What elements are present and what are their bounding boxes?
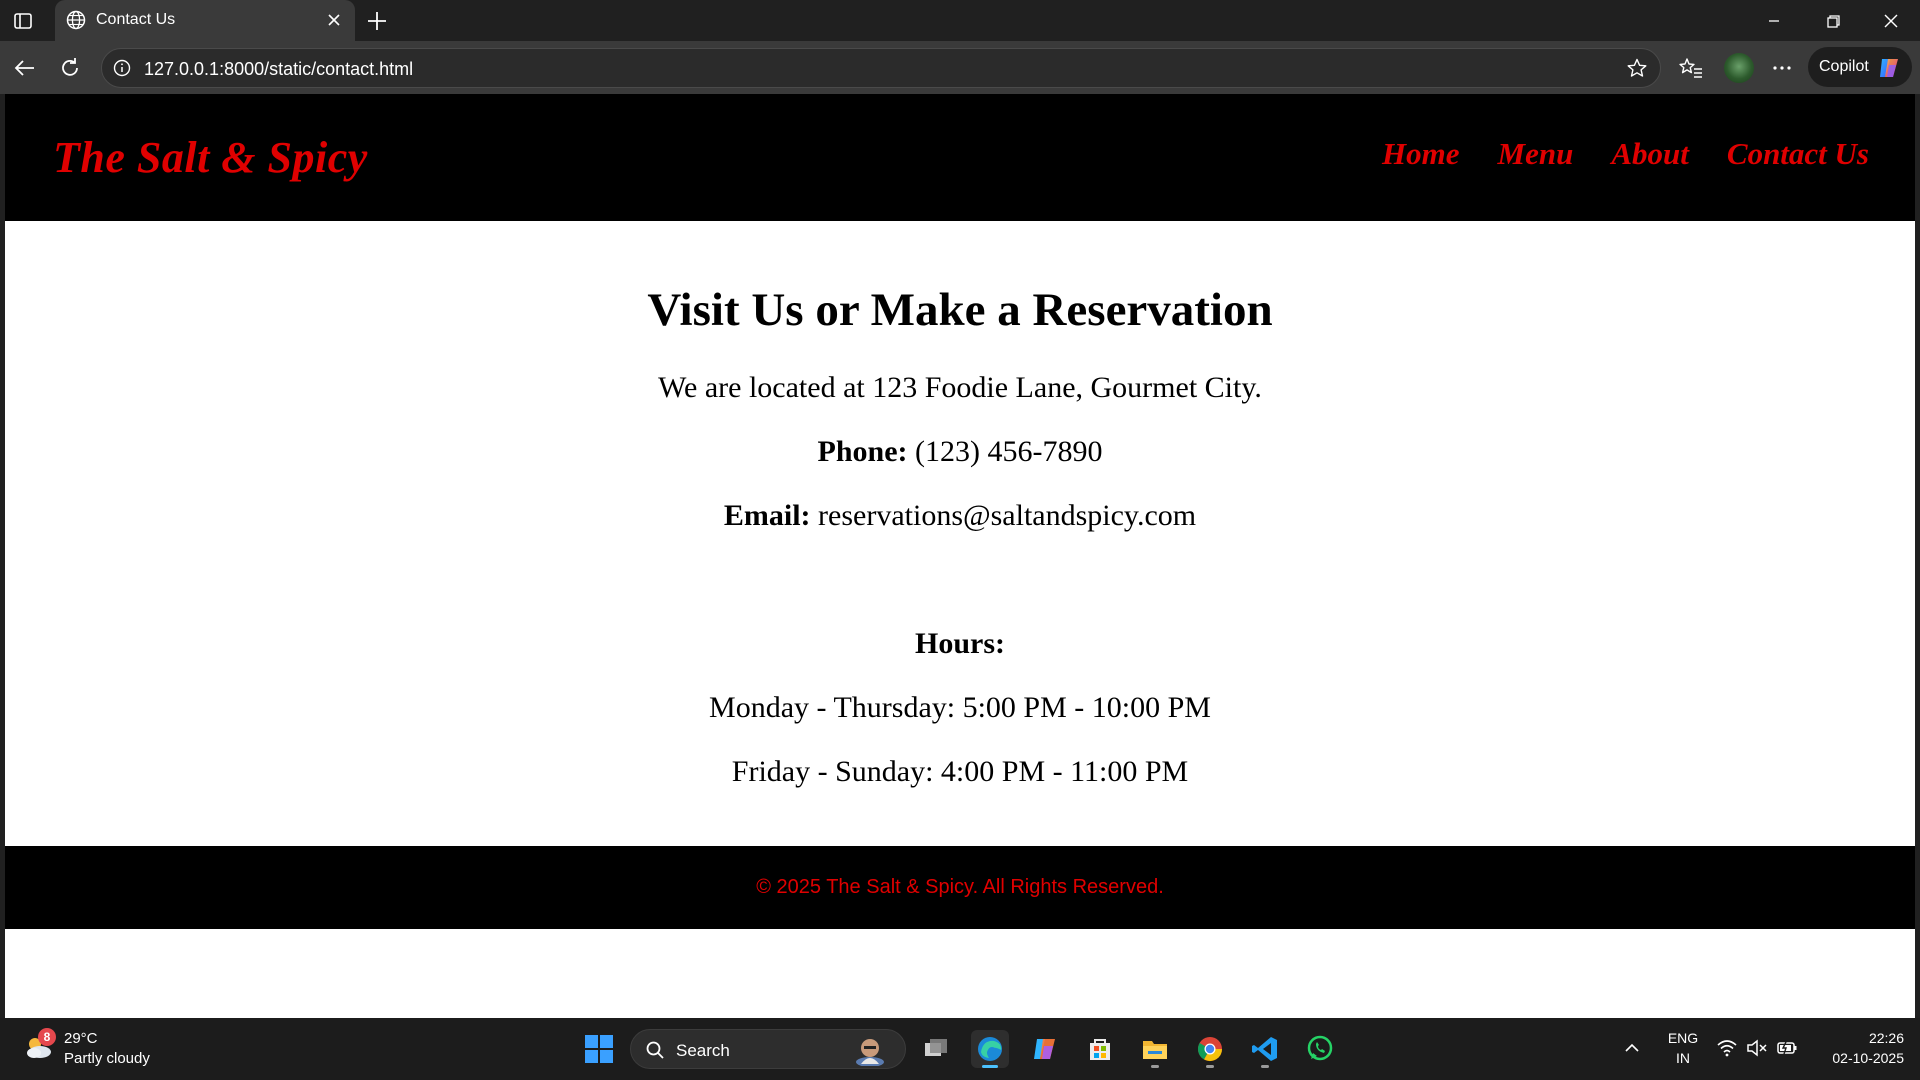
file-explorer-icon[interactable] <box>1136 1030 1174 1068</box>
edge-browser-icon[interactable] <box>971 1030 1009 1068</box>
address-bar[interactable]: 127.0.0.1:8000/static/contact.html <box>101 48 1661 88</box>
task-view-icon[interactable] <box>917 1030 955 1068</box>
phone-value: (123) 456-7890 <box>915 435 1103 468</box>
copyright-text: © 2025 The Salt & Spicy. All Rights Rese… <box>756 876 1164 898</box>
open-app-indicator <box>1151 1065 1159 1068</box>
location-text: We are located at 123 Foodie Lane, Gourm… <box>658 371 1262 404</box>
url-text[interactable]: 127.0.0.1:8000/static/contact.html <box>144 59 413 80</box>
back-arrow-icon[interactable] <box>12 55 38 81</box>
show-hidden-icons-chevron-icon[interactable] <box>1622 1038 1642 1058</box>
site-footer: © 2025 The Salt & Spicy. All Rights Rese… <box>5 846 1915 929</box>
email-value: reservations@saltandspicy.com <box>818 499 1197 532</box>
taskbar-search-box[interactable]: Search <box>630 1029 906 1069</box>
browser-tab-active[interactable]: Contact Us <box>55 0 355 41</box>
favorites-icon[interactable] <box>1678 55 1704 81</box>
nav-link-about[interactable]: About <box>1611 136 1689 172</box>
copilot-label: Copilot <box>1819 58 1869 75</box>
tab-title: Contact Us <box>96 11 176 28</box>
nav-link-contact-us[interactable]: Contact Us <box>1727 136 1869 172</box>
wifi-icon[interactable] <box>1716 1038 1738 1058</box>
microsoft-store-icon[interactable] <box>1081 1030 1119 1068</box>
copilot-button[interactable]: Copilot <box>1808 47 1912 87</box>
hours-heading: Hours: <box>915 627 1005 660</box>
open-app-indicator <box>1261 1065 1269 1068</box>
battery-charging-icon[interactable] <box>1776 1038 1798 1058</box>
phone-line: Phone: (123) 456-7890 <box>5 435 1915 469</box>
site-logo[interactable]: The Salt & Spicy <box>53 132 368 183</box>
page-heading: Visit Us or Make a Reservation <box>647 284 1273 336</box>
nav-link-home[interactable]: Home <box>1382 136 1460 172</box>
close-window-icon[interactable] <box>1880 10 1902 32</box>
page-viewport: The Salt & Spicy Home Menu About Contact… <box>5 94 1915 1018</box>
search-highlight-illustration-icon <box>851 1034 889 1067</box>
more-options-icon[interactable] <box>1769 55 1795 81</box>
weather-notification-badge: 8 <box>38 1028 56 1046</box>
nav-link-menu[interactable]: Menu <box>1498 136 1574 172</box>
site-nav: Home Menu About Contact Us <box>1382 136 1869 172</box>
copilot-logo-icon <box>1876 55 1902 81</box>
site-header: The Salt & Spicy Home Menu About Contact… <box>5 94 1915 221</box>
favorite-star-icon[interactable] <box>1626 57 1648 79</box>
site-info-icon[interactable] <box>112 58 132 78</box>
restore-icon[interactable] <box>1822 10 1844 32</box>
speaker-muted-icon[interactable] <box>1746 1038 1768 1058</box>
new-tab-icon[interactable] <box>364 8 390 34</box>
refresh-icon[interactable] <box>57 55 83 81</box>
browser-toolbar: 127.0.0.1:8000/static/contact.html Copil… <box>0 41 1920 94</box>
search-icon <box>645 1040 665 1060</box>
email-line: Email: reservations@saltandspicy.com <box>5 499 1915 533</box>
hours-weekend: Friday - Sunday: 4:00 PM - 11:00 PM <box>731 755 1189 788</box>
copilot-app-icon[interactable] <box>1026 1030 1064 1068</box>
close-tab-icon[interactable] <box>325 11 343 29</box>
language-indicator[interactable]: ENG <box>1666 1030 1700 1046</box>
email-label: Email: <box>723 499 811 532</box>
phone-label: Phone: <box>817 435 908 468</box>
open-app-indicator <box>1206 1065 1214 1068</box>
weather-temperature[interactable]: 29°C <box>64 1030 98 1047</box>
hours-weekday: Monday - Thursday: 5:00 PM - 10:00 PM <box>709 691 1211 724</box>
active-app-indicator <box>982 1065 998 1068</box>
windows-start-icon[interactable] <box>584 1034 614 1064</box>
taskbar: 8 29°C Partly cloudy Search ENG IN 22:26… <box>0 1018 1920 1080</box>
minimize-icon[interactable] <box>1763 10 1785 32</box>
vscode-icon[interactable] <box>1246 1030 1284 1068</box>
weather-description[interactable]: Partly cloudy <box>64 1050 150 1067</box>
browser-tab-bar: Contact Us <box>0 0 1920 41</box>
tab-actions-icon[interactable] <box>12 10 34 32</box>
profile-avatar[interactable] <box>1724 53 1754 83</box>
clock-date[interactable]: 02-10-2025 <box>1810 1050 1904 1066</box>
whatsapp-icon[interactable] <box>1301 1030 1339 1068</box>
chrome-browser-icon[interactable] <box>1191 1030 1229 1068</box>
globe-icon <box>65 9 87 31</box>
clock-time[interactable]: 22:26 <box>1810 1030 1904 1046</box>
keyboard-region[interactable]: IN <box>1666 1050 1700 1066</box>
search-label: Search <box>676 1041 730 1060</box>
